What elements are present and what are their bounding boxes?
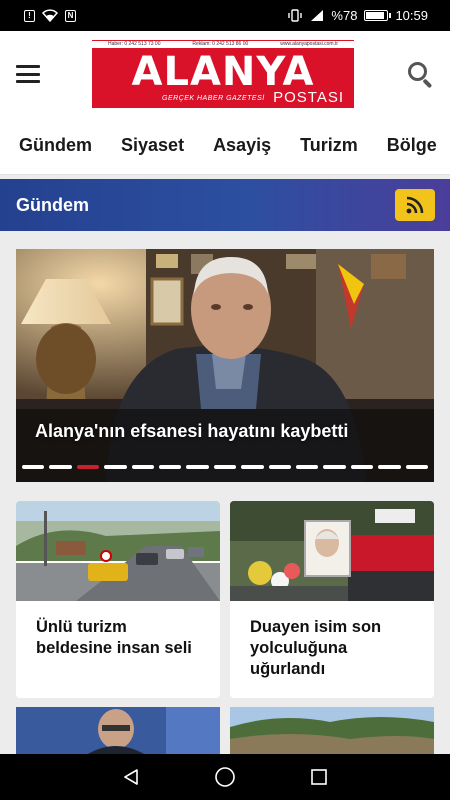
system-nav-bar (0, 754, 450, 800)
category-tab-asayis[interactable]: Asayiş (194, 135, 271, 156)
logo-contact-1: Haber: 0 242 513 73 00 (107, 41, 161, 47)
card-title: Duayen isim son yolculuğuna uğurlandı (250, 618, 382, 678)
recents-button[interactable] (307, 765, 331, 789)
featured-image (16, 249, 434, 482)
section-header: Gündem (0, 179, 450, 231)
slider-dot[interactable] (131, 465, 155, 469)
notification-icon: ! (24, 9, 35, 22)
back-button[interactable] (119, 765, 143, 789)
logo-title: ALANYA (131, 49, 315, 95)
card-image (230, 501, 434, 601)
rss-icon (406, 196, 424, 214)
logo-tagline: GERÇEK HABER GAZETESİ (162, 95, 265, 102)
nfc-icon: N (65, 9, 76, 22)
slider-dots (22, 465, 429, 469)
slider-dot[interactable] (323, 465, 346, 469)
slider-dot[interactable] (241, 465, 264, 469)
clock: 10:59 (395, 8, 428, 23)
app-header: Haber: 0 242 513 73 00 Reklam: 0 242 513… (0, 31, 450, 117)
slider-dot[interactable] (104, 465, 127, 469)
card-image (16, 707, 220, 755)
logo-contact-2: Reklam: 0 242 513 86 00 (192, 41, 249, 47)
logo-brand: POSTASI (273, 89, 344, 106)
featured-slider[interactable]: Alanya'nın efsanesi hayatını kaybetti (16, 249, 434, 482)
recents-icon (311, 769, 327, 785)
slider-dot[interactable] (186, 465, 209, 469)
news-card[interactable] (16, 707, 220, 755)
battery-percent: %78 (331, 8, 358, 23)
battery-icon (364, 10, 392, 21)
slider-dot[interactable] (22, 465, 45, 469)
slider-dot[interactable] (296, 465, 319, 469)
slider-dot[interactable] (159, 465, 182, 469)
news-card[interactable] (230, 707, 434, 755)
news-card[interactable]: Ünlü turizm beldesine insan seli (16, 501, 220, 698)
status-right: %78 10:59 (287, 8, 428, 23)
signal-icon (311, 10, 324, 21)
back-icon (124, 769, 138, 785)
slider-dot[interactable] (49, 465, 72, 469)
slider-dot[interactable] (76, 465, 100, 469)
rss-button[interactable] (395, 189, 435, 221)
site-logo[interactable]: Haber: 0 242 513 73 00 Reklam: 0 242 513… (92, 40, 354, 108)
category-nav: Gündem Siyaset Asayiş Turizm Bölge (0, 117, 450, 175)
logo-website: www.alanyapostasi.com.tr (280, 41, 339, 47)
slider-dot[interactable] (268, 465, 292, 469)
vibrate-icon (288, 9, 303, 22)
section-title: Gündem (16, 194, 90, 215)
featured-title: Alanya'nın efsanesi hayatını kaybetti (35, 421, 349, 441)
card-title: Ünlü turizm beldesine insan seli (36, 618, 192, 657)
hamburger-menu-icon[interactable] (16, 65, 40, 83)
search-icon[interactable] (406, 60, 434, 89)
slider-dot[interactable] (350, 465, 374, 469)
category-tab-bolge[interactable]: Bölge (368, 135, 437, 156)
slider-dot[interactable] (378, 465, 401, 469)
wifi-icon (42, 9, 58, 22)
status-bar: ! N %78 10:59 (0, 0, 450, 31)
home-button[interactable] (213, 765, 237, 789)
card-image (230, 707, 434, 755)
category-tab-turizm[interactable]: Turizm (281, 135, 358, 156)
home-icon (215, 767, 235, 787)
news-card[interactable]: Duayen isim son yolculuğuna uğurlandı (230, 501, 434, 698)
card-image (16, 501, 220, 601)
slider-dot[interactable] (213, 465, 237, 469)
slider-dot[interactable] (405, 465, 429, 469)
category-tab-siyaset[interactable]: Siyaset (102, 135, 184, 156)
status-left: ! N (24, 9, 76, 22)
logo-contact-strip: Haber: 0 242 513 73 00 Reklam: 0 242 513… (92, 41, 354, 48)
category-tab-gundem[interactable]: Gündem (0, 135, 92, 156)
